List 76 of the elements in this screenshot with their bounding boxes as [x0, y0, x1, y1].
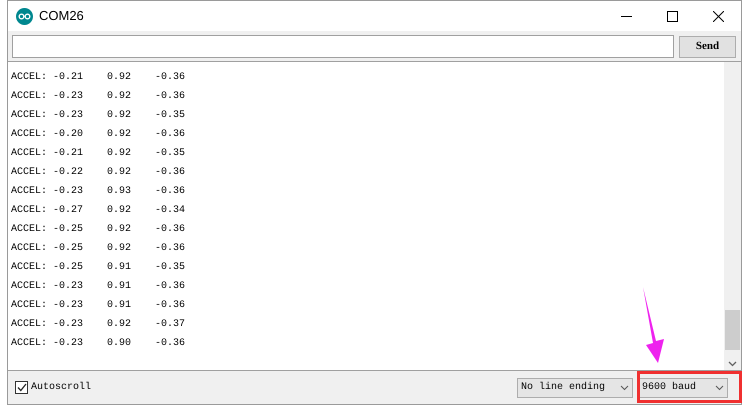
output-value: -0.23 — [53, 185, 84, 199]
output-label: ACCEL: — [11, 71, 48, 85]
output-value: 0.92 — [107, 109, 132, 123]
close-icon — [712, 10, 724, 22]
output-value: 0.92 — [107, 166, 132, 180]
output-label: ACCEL: — [11, 147, 48, 161]
output-value: 0.92 — [107, 147, 132, 161]
output-value: -0.25 — [53, 261, 84, 275]
output-value: -0.34 — [155, 204, 186, 218]
output-value: -0.36 — [155, 128, 186, 142]
output-value: -0.23 — [53, 318, 84, 332]
output-value: -0.23 — [53, 337, 84, 351]
output-label: ACCEL: — [11, 337, 48, 351]
output-label: ACCEL: — [11, 166, 48, 180]
send-button[interactable]: Send — [679, 36, 736, 58]
output-label: ACCEL: — [11, 318, 48, 332]
output-value: -0.36 — [155, 71, 186, 85]
output-value: -0.35 — [155, 109, 186, 123]
output-value: -0.23 — [53, 109, 84, 123]
output-label: ACCEL: — [11, 109, 48, 123]
autoscroll-label: Autoscroll — [31, 380, 92, 395]
output-value: 0.92 — [107, 223, 132, 237]
output-value: -0.36 — [155, 166, 186, 180]
output-value: 0.91 — [107, 261, 132, 275]
chevron-down-icon — [620, 384, 629, 390]
output-label: ACCEL: — [11, 280, 48, 294]
output-value: 0.93 — [107, 185, 132, 199]
checkmark-icon — [16, 383, 26, 392]
output-label: ACCEL: — [11, 299, 48, 313]
output-value: 0.92 — [107, 204, 132, 218]
message-input-field[interactable] — [12, 35, 674, 58]
output-value: -0.36 — [155, 242, 186, 256]
autoscroll-checkbox[interactable] — [15, 381, 28, 394]
scrollbar[interactable] — [724, 62, 741, 370]
output-value: -0.25 — [53, 223, 84, 237]
output-value: -0.23 — [53, 90, 84, 104]
output-value: -0.35 — [155, 261, 186, 275]
scroll-down-icon[interactable] — [728, 361, 737, 367]
scrollbar-thumb[interactable] — [725, 310, 740, 350]
maximize-icon — [666, 10, 678, 22]
output-value: -0.23 — [53, 280, 84, 294]
output-label: ACCEL: — [11, 185, 48, 199]
output-value: -0.20 — [53, 128, 84, 142]
output-value: -0.36 — [155, 223, 186, 237]
output-label: ACCEL: — [11, 204, 48, 218]
output-value: 0.91 — [107, 280, 132, 294]
output-value: 0.92 — [107, 128, 132, 142]
output-label: ACCEL: — [11, 242, 48, 256]
output-label: ACCEL: — [11, 223, 48, 237]
output-value: 0.92 — [107, 90, 132, 104]
output-value: 0.92 — [107, 242, 132, 256]
baud-rate-dropdown[interactable]: 9600 baud — [638, 378, 728, 398]
line-ending-dropdown[interactable]: No line ending — [517, 378, 633, 398]
output-value: -0.36 — [155, 280, 186, 294]
output-value: 0.90 — [107, 337, 132, 351]
output-value: 0.91 — [107, 299, 132, 313]
output-value: -0.36 — [155, 90, 186, 104]
output-value: -0.21 — [53, 71, 84, 85]
output-label: ACCEL: — [11, 261, 48, 275]
output-value: -0.22 — [53, 166, 84, 180]
output-value: -0.36 — [155, 337, 186, 351]
output-label: ACCEL: — [11, 128, 48, 142]
output-value: -0.23 — [53, 299, 84, 313]
output-value: -0.37 — [155, 318, 186, 332]
output-value: -0.27 — [53, 204, 84, 218]
output-value: -0.36 — [155, 299, 186, 313]
output-value: -0.25 — [53, 242, 84, 256]
window-title: COM26 — [39, 7, 84, 26]
output-value: 0.92 — [107, 71, 132, 85]
app-logo-icon — [16, 8, 33, 24]
output-value: -0.35 — [155, 147, 186, 161]
chevron-down-icon — [715, 384, 724, 390]
output-value: -0.21 — [53, 147, 84, 161]
output-value: -0.36 — [155, 185, 186, 199]
output-value: 0.92 — [107, 318, 132, 332]
output-label: ACCEL: — [11, 90, 48, 104]
